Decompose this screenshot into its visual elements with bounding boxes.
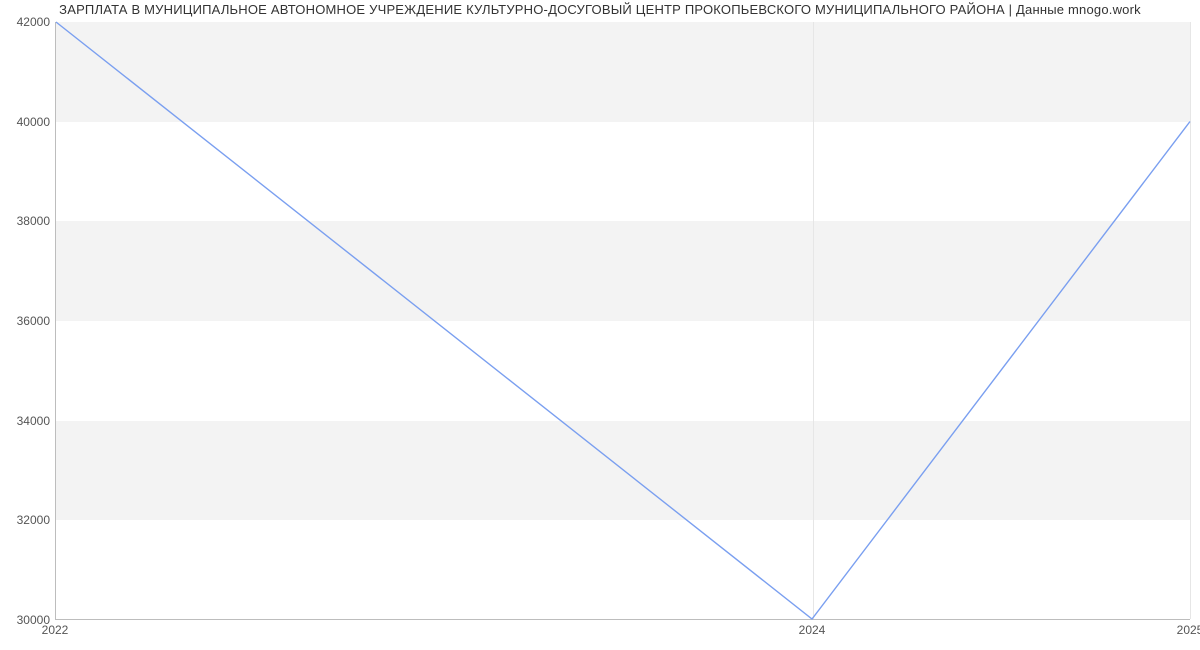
y-tick-label: 38000: [5, 214, 50, 228]
series-line: [56, 22, 1190, 619]
y-tick-label: 32000: [5, 513, 50, 527]
chart-container: ЗАРПЛАТА В МУНИЦИПАЛЬНОЕ АВТОНОМНОЕ УЧРЕ…: [0, 0, 1200, 650]
chart-title: ЗАРПЛАТА В МУНИЦИПАЛЬНОЕ АВТОНОМНОЕ УЧРЕ…: [0, 2, 1200, 17]
x-tick-label: 2024: [799, 623, 826, 637]
x-gridline: [1190, 22, 1191, 619]
y-tick-label: 36000: [5, 314, 50, 328]
y-tick-label: 40000: [5, 115, 50, 129]
x-tick-label: 2025: [1177, 623, 1200, 637]
plot-area: [55, 22, 1190, 620]
y-tick-label: 42000: [5, 15, 50, 29]
y-tick-label: 34000: [5, 414, 50, 428]
x-tick-label: 2022: [42, 623, 69, 637]
data-line: [56, 22, 1190, 619]
